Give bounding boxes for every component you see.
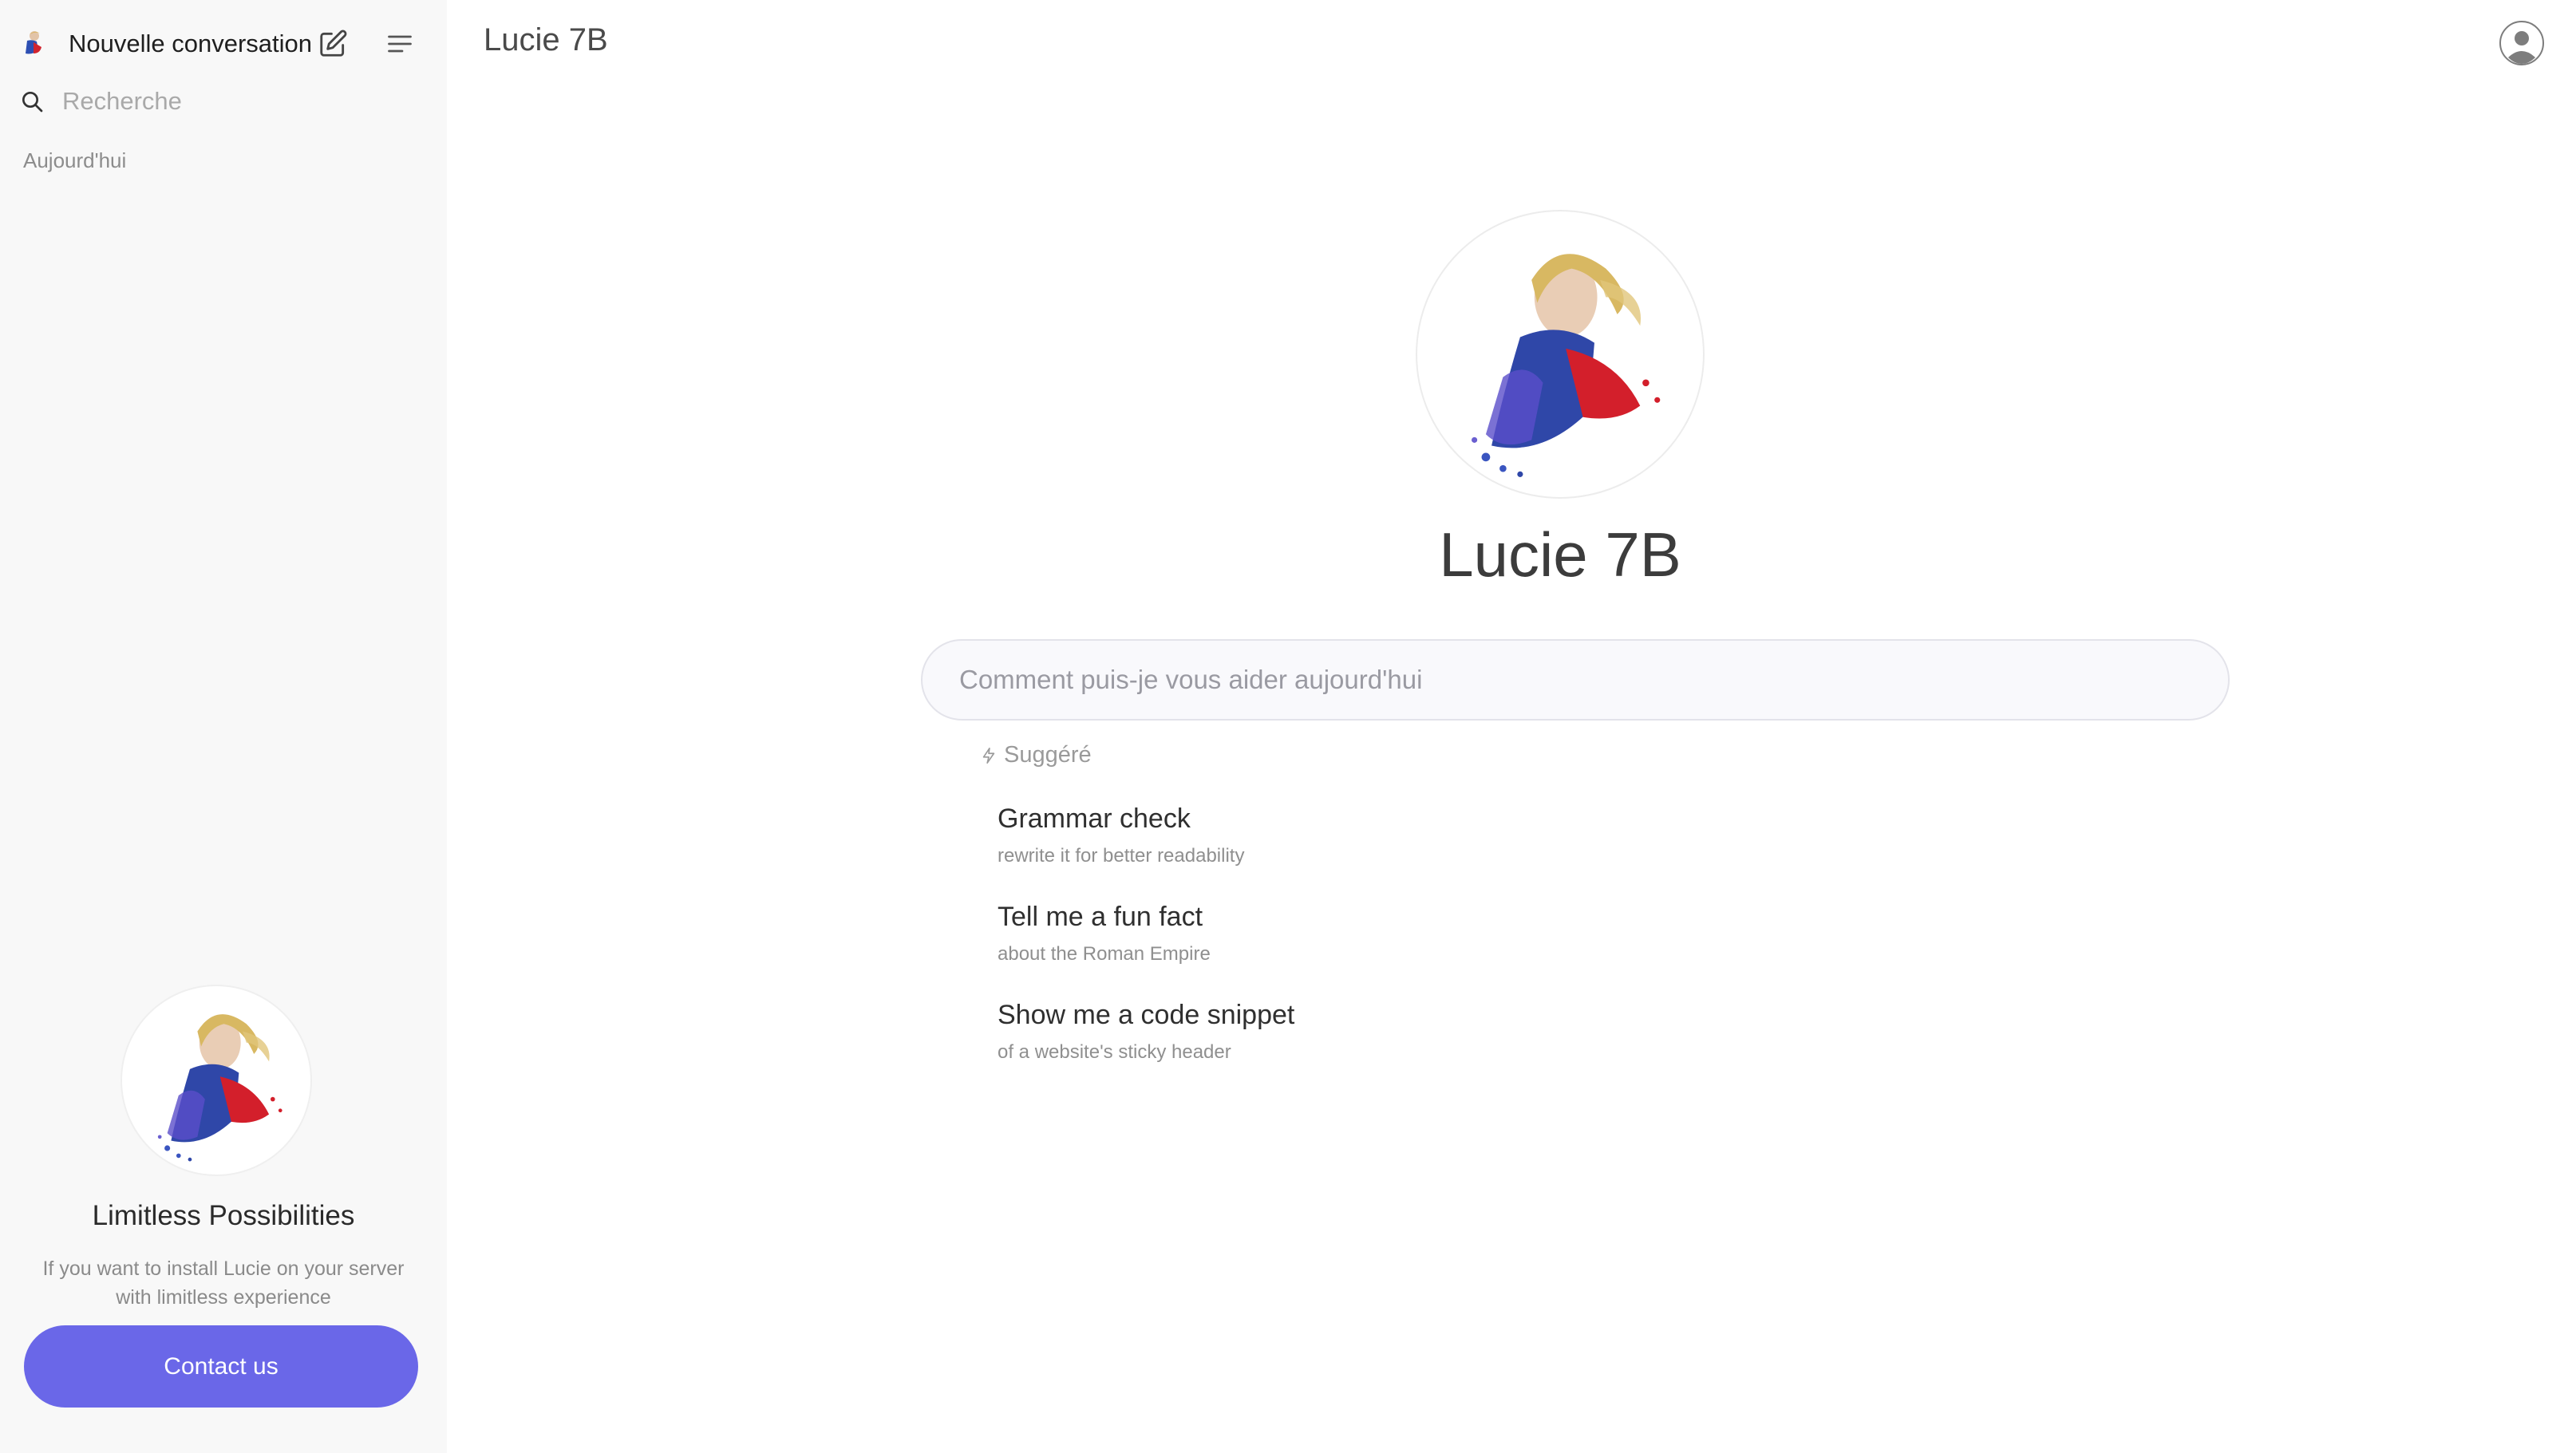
suggestion-title: Tell me a fun fact xyxy=(998,902,1203,932)
hero-title: Lucie 7B xyxy=(1439,519,1681,590)
sidebar-search xyxy=(19,81,426,121)
user-avatar-icon[interactable] xyxy=(2499,21,2544,65)
section-label-today: Aujourd'hui xyxy=(23,148,127,172)
prompt-input[interactable] xyxy=(958,664,2206,696)
suggestion-subtitle: rewrite it for better readability xyxy=(998,845,1245,867)
promo-title: Limitless Possibilities xyxy=(92,1200,355,1231)
search-input[interactable] xyxy=(62,87,413,116)
search-icon xyxy=(19,89,45,114)
suggestion-subtitle: about the Roman Empire xyxy=(998,943,1211,965)
compose-icon[interactable] xyxy=(315,26,350,61)
suggestion-item[interactable]: Grammar check rewrite it for better read… xyxy=(998,803,1476,886)
suggestion-title: Grammar check xyxy=(998,803,1191,834)
suggestion-title: Show me a code snippet xyxy=(998,1000,1295,1030)
lucie-logo-icon[interactable] xyxy=(22,30,45,58)
menu-icon[interactable] xyxy=(382,26,417,61)
promo-description: If you want to install Lucie on your ser… xyxy=(42,1258,405,1309)
suggested-header: Suggéré xyxy=(980,742,1092,768)
hero-avatar-image xyxy=(1417,211,1703,497)
app-root: Nouvelle conversation Recherche Aujourd'… xyxy=(0,0,2576,1453)
suggested-label: Suggéré xyxy=(1004,742,1092,768)
contact-us-button[interactable]: Contact us xyxy=(24,1325,418,1408)
sidebar-header: Nouvelle conversation xyxy=(22,24,429,64)
lucie-avatar-image xyxy=(122,986,310,1175)
sidebar: Nouvelle conversation Recherche Aujourd'… xyxy=(0,0,447,1453)
new-chat-label[interactable]: Nouvelle conversation xyxy=(69,30,312,58)
bolt-icon xyxy=(982,747,995,764)
suggestion-item[interactable]: Show me a code snippet of a website's st… xyxy=(998,1000,1476,1083)
model-name-title[interactable]: Lucie 7B xyxy=(484,22,608,58)
prompt-box xyxy=(921,639,2230,721)
suggestion-item[interactable]: Tell me a fun fact about the Roman Empir… xyxy=(998,902,1476,985)
main-area: Lucie 7B Lucie 7B Comment puis-je vous a… xyxy=(447,0,2576,1453)
promo-card: Limitless Possibilities If you want to i… xyxy=(0,986,447,1433)
suggestion-subtitle: of a website's sticky header xyxy=(998,1041,1231,1063)
